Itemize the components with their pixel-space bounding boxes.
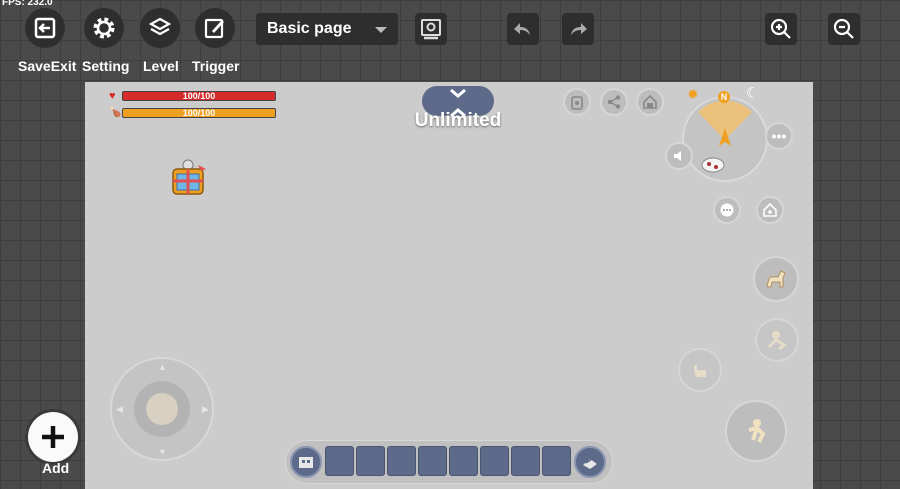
chevron-down-icon xyxy=(375,27,387,33)
hunger-text: 100/100 xyxy=(182,108,216,118)
fps-counter: FPS: 232.0 xyxy=(2,0,53,8)
mode-label: Unlimited xyxy=(414,110,502,131)
health-text: 100/100 xyxy=(182,91,216,101)
page-select-value: Basic page xyxy=(267,20,352,37)
hotbar-slot[interactable] xyxy=(511,446,540,476)
edit-icon xyxy=(204,18,224,39)
jump-button[interactable] xyxy=(725,400,787,462)
plus-icon xyxy=(42,426,64,448)
zoom-out-button[interactable] xyxy=(828,13,860,45)
heart-icon: ♥ xyxy=(109,90,116,102)
backpack-button[interactable] xyxy=(563,88,591,116)
game-preview-canvas[interactable]: ♥ 100/100 🍗 100/100 Unlimited ✹ N ☾ ••• … xyxy=(85,82,813,489)
exit-icon xyxy=(34,17,56,39)
save-exit-label: SaveExit xyxy=(18,58,77,74)
joystick-knob[interactable] xyxy=(134,381,190,437)
moon-icon: ☾ xyxy=(746,85,760,102)
ellipsis-icon: ••• xyxy=(771,128,787,144)
book-icon xyxy=(583,458,597,469)
hand-icon xyxy=(694,365,706,377)
page-select[interactable]: Basic page xyxy=(256,13,398,45)
setting-label: Setting xyxy=(82,58,130,74)
hotbar-slot[interactable] xyxy=(480,446,509,476)
speaker-icon xyxy=(674,151,681,161)
mount-button[interactable] xyxy=(753,256,799,302)
share-icon xyxy=(607,95,621,109)
trigger-label: Trigger xyxy=(192,58,240,74)
hunger-bar: 100/100 xyxy=(122,108,276,118)
gift-icon xyxy=(172,159,206,195)
home-outline-icon xyxy=(763,202,777,217)
backpack-icon xyxy=(571,96,583,110)
hotbar-slot[interactable] xyxy=(542,446,571,476)
monitor-icon xyxy=(421,19,441,40)
hotbar-slot[interactable] xyxy=(387,446,416,476)
home-button[interactable] xyxy=(636,88,664,116)
drumstick-icon: 🍗 xyxy=(109,107,122,118)
sneak-button[interactable] xyxy=(755,318,799,362)
gear-icon xyxy=(93,17,115,39)
attack-button[interactable] xyxy=(678,348,722,392)
save-exit-button[interactable] xyxy=(25,8,65,48)
redo-button[interactable] xyxy=(562,13,594,45)
add-label: Add xyxy=(42,460,70,476)
sound-button[interactable] xyxy=(665,142,693,170)
compass-north-label: N xyxy=(718,91,730,103)
level-label: Level xyxy=(143,58,179,74)
item-picker-button[interactable] xyxy=(290,446,322,478)
preview-button[interactable] xyxy=(415,13,447,45)
level-button[interactable] xyxy=(140,8,180,48)
arrow-down-icon: ▼ xyxy=(158,447,167,457)
add-button[interactable] xyxy=(28,412,78,462)
sun-icon: ✹ xyxy=(687,86,699,102)
hotbar-slot[interactable] xyxy=(449,446,478,476)
horse-icon xyxy=(766,270,786,288)
more-options-button[interactable]: ••• xyxy=(765,122,793,150)
backpack-open-button[interactable] xyxy=(574,446,606,478)
crouch-icon xyxy=(767,331,787,351)
setting-button[interactable] xyxy=(84,8,124,48)
movement-joystick[interactable]: ▲ ▼ ◀ ▶ xyxy=(110,357,214,461)
zoom-out-icon xyxy=(833,18,854,39)
jump-icon xyxy=(748,419,766,443)
chat-button[interactable] xyxy=(713,196,741,224)
trigger-button[interactable] xyxy=(195,8,235,48)
health-bar: 100/100 xyxy=(122,91,276,101)
house-icon xyxy=(643,94,657,109)
hotbar-slot[interactable] xyxy=(418,446,447,476)
redo-icon xyxy=(571,23,587,35)
arrow-up-icon: ▲ xyxy=(158,362,167,372)
hotbar-slot[interactable] xyxy=(325,446,354,476)
inventory-icon xyxy=(299,457,313,468)
undo-button[interactable] xyxy=(507,13,539,45)
arrow-right-icon: ▶ xyxy=(202,404,209,414)
arrow-left-icon: ◀ xyxy=(116,404,123,414)
layers-icon xyxy=(148,17,172,36)
undo-icon xyxy=(514,23,530,35)
room-button[interactable] xyxy=(756,196,784,224)
pet-avatar[interactable] xyxy=(699,152,727,174)
share-button[interactable] xyxy=(600,88,628,116)
zoom-in-icon xyxy=(770,18,791,39)
gift-box-item[interactable] xyxy=(168,157,208,197)
cow-pet-icon xyxy=(701,157,725,173)
zoom-in-button[interactable] xyxy=(765,13,797,45)
hotbar-slot[interactable] xyxy=(356,446,385,476)
chat-icon xyxy=(720,203,734,217)
